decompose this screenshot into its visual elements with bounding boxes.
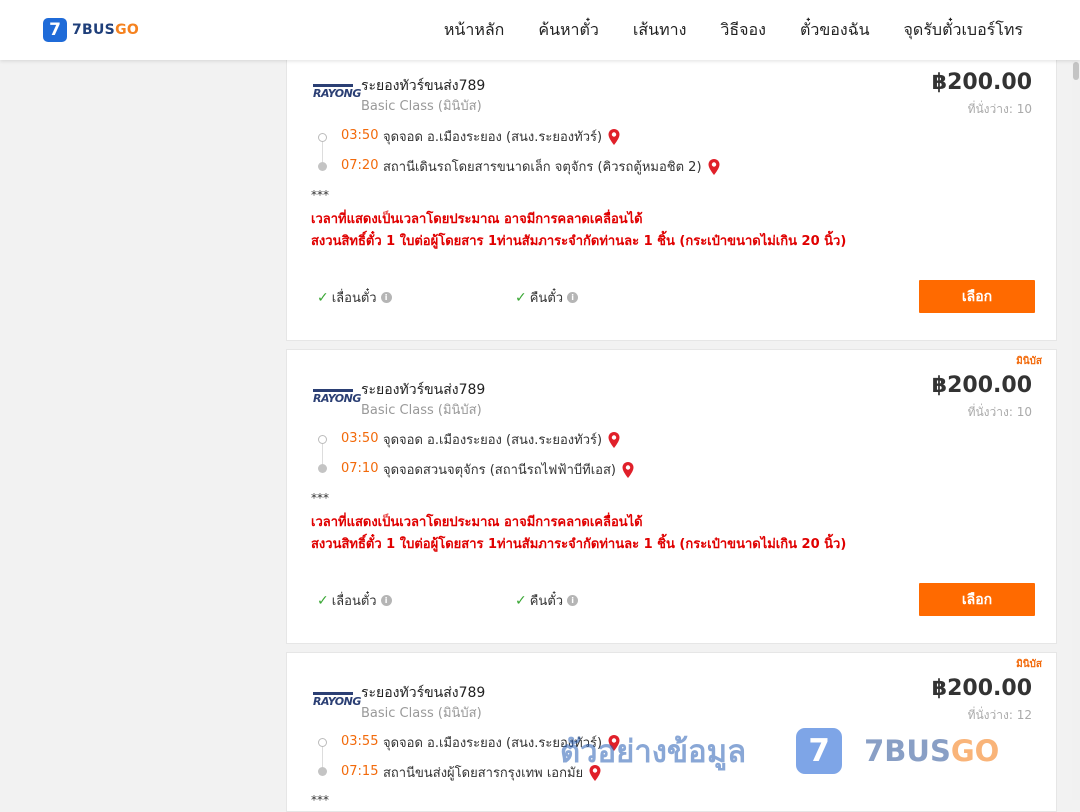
feature-refund: ✓ คืนตั๋ว i xyxy=(515,590,579,611)
map-pin-icon[interactable] xyxy=(621,461,635,479)
map-pin-icon[interactable] xyxy=(607,431,621,449)
arrival-time: 07:10 xyxy=(341,461,379,476)
nav-how-to-book[interactable]: วิธีจอง xyxy=(720,18,766,43)
info-icon[interactable]: i xyxy=(567,292,579,303)
departure-stop: จุดจอด อ.เมืองระยอง (สนง.ระยองทัวร์) xyxy=(383,126,621,147)
company-name: ระยองทัวร์ขนส่ง789 xyxy=(361,382,486,398)
top-navbar: 7 7BUSGO หน้าหลัก ค้นหาตั๋ว เส้นทาง วิธี… xyxy=(0,0,1080,60)
company-name: ระยองทัวร์ขนส่ง789 xyxy=(361,685,486,701)
feature-reschedule: ✓ เลื่อนตั๋ว i xyxy=(317,590,392,611)
departure-stop: จุดจอด อ.เมืองระยอง (สนง.ระยองทัวร์) xyxy=(383,429,621,450)
scrollbar-thumb[interactable] xyxy=(1073,62,1079,80)
nav-ticket-pickup[interactable]: จุดรับตั๋วเบอร์โทร xyxy=(904,18,1023,43)
trip-price: ฿200.00 xyxy=(931,676,1032,701)
departure-dot-icon xyxy=(318,738,327,747)
remark-stars: *** xyxy=(311,188,329,202)
select-trip-button[interactable]: เลือก xyxy=(919,280,1035,313)
site-logo[interactable]: 7 7BUSGO xyxy=(43,18,139,42)
check-icon: ✓ xyxy=(317,592,329,609)
arrival-time: 07:15 xyxy=(341,764,379,779)
seats-available: ที่นั่งว่าง: 10 xyxy=(967,102,1032,116)
check-icon: ✓ xyxy=(317,289,329,306)
departure-dot-icon xyxy=(318,435,327,444)
notice-time-estimate: เวลาที่แสดงเป็นเวลาโดยประมาณ อาจมีการคลา… xyxy=(311,212,643,227)
company-logo: RAYONG xyxy=(313,84,361,104)
seats-available: ที่นั่งว่าง: 12 xyxy=(967,708,1032,722)
feature-reschedule: ✓ เลื่อนตั๋ว i xyxy=(317,287,392,308)
nav-my-tickets[interactable]: ตั๋วของฉัน xyxy=(800,18,870,43)
trip-card: มินิบัส RAYONG ระยองทัวร์ขนส่ง789 Basic … xyxy=(286,349,1057,644)
main-nav: หน้าหลัก ค้นหาตั๋ว เส้นทาง วิธีจอง ตั๋วข… xyxy=(410,0,1023,60)
info-icon[interactable]: i xyxy=(567,595,579,606)
arrival-dot-icon xyxy=(318,162,327,171)
arrival-dot-icon xyxy=(318,464,327,473)
nav-routes[interactable]: เส้นทาง xyxy=(633,18,687,43)
departure-time: 03:50 xyxy=(341,431,379,446)
nav-home[interactable]: หน้าหลัก xyxy=(444,18,505,43)
trip-card: RAYONG ระยองทัวร์ขนส่ง789 Basic Class (ม… xyxy=(286,50,1057,341)
check-icon: ✓ xyxy=(515,289,527,306)
seats-available: ที่นั่งว่าง: 10 xyxy=(967,405,1032,419)
company-logo: RAYONG xyxy=(313,692,361,712)
bus-class: Basic Class (มินิบัส) xyxy=(361,403,482,418)
nav-search-tickets[interactable]: ค้นหาตั๋ว xyxy=(538,18,599,43)
feature-refund: ✓ คืนตั๋ว i xyxy=(515,287,579,308)
map-pin-icon[interactable] xyxy=(607,128,621,146)
minibus-badge: มินิบัส xyxy=(1016,659,1042,670)
select-trip-button[interactable]: เลือก xyxy=(919,583,1035,616)
bus-class: Basic Class (มินิบัส) xyxy=(361,99,482,114)
trip-card: มินิบัส RAYONG ระยองทัวร์ขนส่ง789 Basic … xyxy=(286,652,1057,812)
check-icon: ✓ xyxy=(515,592,527,609)
notice-time-estimate: เวลาที่แสดงเป็นเวลาโดยประมาณ อาจมีการคลา… xyxy=(311,515,643,530)
map-pin-icon[interactable] xyxy=(588,764,602,782)
info-icon[interactable]: i xyxy=(380,595,392,606)
notice-luggage: สงวนสิทธิ์ตั๋ว 1 ใบต่อผู้โดยสาร 1ท่านสัม… xyxy=(311,234,847,249)
departure-time: 03:50 xyxy=(341,128,379,143)
trip-price: ฿200.00 xyxy=(931,373,1032,398)
arrival-stop: จุดจอดสวนจตุจักร (สถานีรถไฟฟ้าบีทีเอส) xyxy=(383,459,635,480)
arrival-stop: สถานีเดินรถโดยสารขนาดเล็ก จตุจักร (คิวรถ… xyxy=(383,156,721,177)
page-scrollbar[interactable] xyxy=(1072,0,1080,800)
remark-stars: *** xyxy=(311,491,329,505)
logo-badge-icon: 7 xyxy=(43,18,67,42)
remark-stars: *** xyxy=(311,793,329,807)
minibus-badge: มินิบัส xyxy=(1016,356,1042,367)
company-logo: RAYONG xyxy=(313,389,361,409)
logo-text: 7BUSGO xyxy=(72,22,140,38)
notice-luggage: สงวนสิทธิ์ตั๋ว 1 ใบต่อผู้โดยสาร 1ท่านสัม… xyxy=(311,537,847,552)
map-pin-icon[interactable] xyxy=(707,158,721,176)
departure-stop: จุดจอด อ.เมืองระยอง (สนง.ระยองทัวร์) xyxy=(383,732,621,753)
departure-dot-icon xyxy=(318,133,327,142)
info-icon[interactable]: i xyxy=(380,292,392,303)
map-pin-icon[interactable] xyxy=(607,734,621,752)
company-name: ระยองทัวร์ขนส่ง789 xyxy=(361,78,486,94)
arrival-time: 07:20 xyxy=(341,158,379,173)
arrival-dot-icon xyxy=(318,767,327,776)
arrival-stop: สถานีขนส่งผู้โดยสารกรุงเทพ เอกมัย xyxy=(383,762,602,783)
bus-class: Basic Class (มินิบัส) xyxy=(361,706,482,721)
trip-price: ฿200.00 xyxy=(931,70,1032,95)
departure-time: 03:55 xyxy=(341,734,379,749)
